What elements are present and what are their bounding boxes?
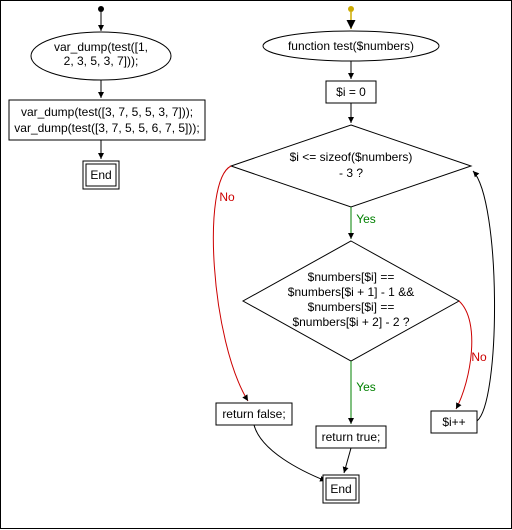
cond1-yes-label: Yes (356, 212, 376, 226)
cond1-text-1: $i <= sizeof($numbers) (290, 150, 413, 164)
right-end-node: End (323, 475, 359, 503)
left-start-text-1: var_dump(test([1, (54, 40, 148, 54)
left-start-text-2: 2, 3, 5, 3, 7])); (64, 54, 139, 68)
cond1-no-label: No (219, 190, 235, 204)
init-text: $i = 0 (336, 85, 366, 99)
right-end-text: End (330, 482, 351, 496)
cond2-text-1: $numbers[$i] == (308, 270, 395, 284)
cond1-node: $i <= sizeof($numbers) - 3 ? (231, 125, 471, 207)
function-text: function test($numbers) (288, 39, 414, 53)
return-true-text: return true; (322, 430, 381, 444)
cond2-text-2: $numbers[$i + 1] - 1 && (288, 285, 414, 299)
return-false-text: return false; (222, 407, 285, 421)
left-end-node: End (83, 161, 119, 189)
left-rect-text-1: var_dump(test([3, 7, 5, 5, 3, 7])); (21, 105, 193, 119)
cond2-text-3: $numbers[$i] == (308, 300, 395, 314)
left-rect-text-2: var_dump(test([3, 7, 5, 5, 6, 7, 5])); (14, 121, 199, 135)
inc-text: $i++ (442, 415, 465, 429)
cond2-text-4: $numbers[$i + 2] - 2 ? (292, 315, 409, 329)
cond2-no-label: No (471, 350, 487, 364)
cond2-node: $numbers[$i] == $numbers[$i + 1] - 1 && … (243, 241, 459, 361)
cond1-text-2: - 3 ? (339, 166, 363, 180)
cond2-yes-label: Yes (356, 380, 376, 394)
left-end-text: End (90, 168, 111, 182)
